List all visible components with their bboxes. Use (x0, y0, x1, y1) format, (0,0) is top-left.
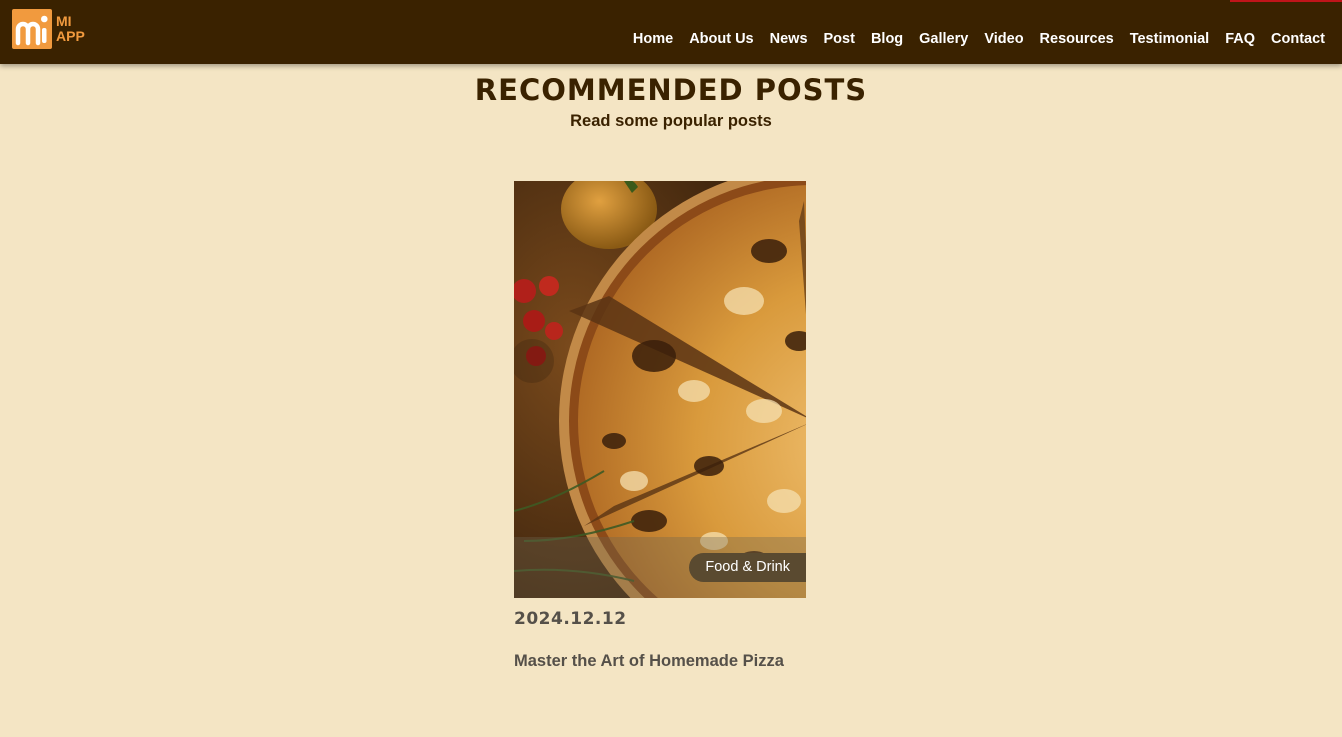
nav-resources[interactable]: Resources (1040, 31, 1114, 47)
nav-post[interactable]: Post (824, 31, 855, 47)
logo-mi-icon (12, 9, 52, 49)
nav-news[interactable]: News (770, 31, 808, 47)
nav-blog[interactable]: Blog (871, 31, 903, 47)
post-date: 2024.12.12 (514, 609, 627, 629)
nav-contact[interactable]: Contact (1271, 31, 1325, 47)
logo-text-line1: MI (56, 13, 72, 29)
red-accent-bar (1230, 0, 1342, 2)
post-card[interactable]: Food & Drink 2024.12.12 Master the Art o… (514, 181, 806, 670)
nav-testimonial[interactable]: Testimonial (1130, 31, 1210, 47)
main-nav: Home About Us News Post Blog Gallery Vid… (617, 30, 1325, 48)
section-subtitle: Read some popular posts (570, 112, 772, 130)
category-badge[interactable]: Food & Drink (689, 553, 806, 582)
pizza-photo-icon (514, 181, 806, 598)
nav-video[interactable]: Video (984, 31, 1023, 47)
section-title: RECOMMENDED POSTS (474, 73, 868, 107)
nav-home[interactable]: Home (633, 31, 673, 47)
post-title: Master the Art of Homemade Pizza (514, 652, 784, 670)
top-navbar: MI APP Home About Us News Post Blog Gall… (0, 0, 1342, 64)
nav-faq[interactable]: FAQ (1225, 31, 1255, 47)
brand-logo[interactable]: MI APP (12, 9, 85, 49)
nav-about-us[interactable]: About Us (689, 31, 753, 47)
nav-gallery[interactable]: Gallery (919, 31, 968, 47)
logo-text-line2: APP (56, 28, 85, 44)
logo-text: MI APP (56, 14, 85, 44)
post-image-link[interactable]: Food & Drink (514, 181, 806, 598)
